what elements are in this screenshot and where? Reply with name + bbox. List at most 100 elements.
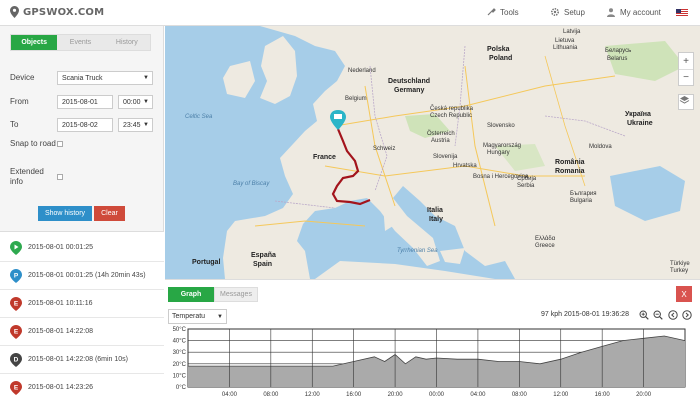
map-label: Bulgaria bbox=[570, 198, 593, 204]
snap-row: Snap to road bbox=[10, 139, 63, 149]
africa-land bbox=[315, 261, 495, 279]
caret-down-icon: ▼ bbox=[143, 75, 149, 81]
show-history-button[interactable]: Show history bbox=[38, 206, 92, 221]
event-marker-icon: E bbox=[10, 324, 22, 339]
from-time-select[interactable]: 00:00 ▼ bbox=[118, 95, 153, 109]
layers-icon bbox=[679, 96, 690, 104]
list-item-text: 2015-08-01 14:22:08 bbox=[28, 328, 93, 335]
marker-letter: P bbox=[14, 272, 19, 279]
tab-graph[interactable]: Graph bbox=[168, 287, 214, 302]
map-label: Italia bbox=[427, 207, 443, 214]
y-tick-label: 10°C bbox=[173, 373, 187, 379]
map-label: Hungary bbox=[487, 150, 510, 156]
tools-menu[interactable]: Tools bbox=[486, 7, 519, 17]
map-pin-icon bbox=[10, 6, 19, 18]
extended-label: Extended info bbox=[10, 167, 44, 186]
marker-letter: D bbox=[14, 356, 19, 363]
list-item-text: 2015-08-01 00:01:25 bbox=[28, 244, 93, 251]
map-label: Србија bbox=[517, 176, 537, 182]
y-tick-label: 50°C bbox=[173, 327, 187, 333]
from-date-input[interactable]: 2015-08-01 bbox=[57, 95, 113, 109]
history-list: 2015-08-01 00:01:25 P 2015-08-01 00:01:2… bbox=[0, 231, 164, 400]
map-label: Celtic Sea bbox=[185, 114, 213, 120]
graph-readout: 97 kph 2015-08-01 19:36:28 bbox=[541, 311, 629, 318]
layers-button[interactable] bbox=[678, 94, 694, 110]
britain-land bbox=[260, 36, 297, 104]
setup-menu[interactable]: Setup bbox=[550, 7, 585, 17]
map-label: Belgium bbox=[345, 96, 367, 102]
from-date-value: 2015-08-01 bbox=[62, 98, 98, 106]
map-label: Austria bbox=[431, 138, 450, 144]
zoom-out-icon[interactable] bbox=[653, 310, 663, 320]
device-label: Device bbox=[10, 73, 35, 82]
extended-checkbox[interactable] bbox=[57, 174, 63, 180]
list-item[interactable]: P 2015-08-01 00:01:25 (14h 20min 43s) bbox=[0, 262, 164, 290]
tab-events[interactable]: Events bbox=[57, 35, 103, 50]
tools-label: Tools bbox=[500, 7, 519, 17]
map[interactable]: Polska Poland Deutschland Germany France… bbox=[165, 26, 700, 279]
list-item[interactable]: E 2015-08-01 14:23:26 bbox=[0, 374, 164, 400]
map-label: Romania bbox=[555, 168, 585, 175]
to-date-input[interactable]: 2015-08-02 bbox=[57, 118, 113, 132]
tab-history[interactable]: History bbox=[104, 35, 150, 50]
map-label: Україна bbox=[625, 111, 651, 118]
device-select[interactable]: Scania Truck ▼ bbox=[57, 71, 153, 85]
tab-objects[interactable]: Objects bbox=[11, 35, 58, 50]
to-row: To 2015-08-02 23:45 ▼ bbox=[10, 118, 153, 132]
list-item[interactable]: D 2015-08-01 14:22:08 (6min 10s) bbox=[0, 346, 164, 374]
temperature-chart[interactable]: 50°C 40°C 30°C 20°C 10°C 0°C 04:00 08:00 12:00 16… bbox=[168, 326, 695, 401]
tab-messages[interactable]: Messages bbox=[214, 287, 258, 302]
to-label: To bbox=[10, 120, 19, 129]
top-bar: GPSWOX.COM Tools Setup My account bbox=[0, 0, 700, 26]
us-flag-icon[interactable] bbox=[676, 9, 688, 17]
map-label: Magyarország bbox=[483, 143, 522, 149]
account-menu[interactable]: My account bbox=[606, 7, 661, 17]
map-label: Greece bbox=[535, 243, 555, 249]
map-label: Germany bbox=[394, 87, 425, 94]
list-item[interactable]: 2015-08-01 00:01:25 bbox=[0, 234, 164, 262]
map-label: España bbox=[251, 252, 276, 259]
zoom-in-button[interactable]: + bbox=[679, 53, 693, 69]
map-label: Lietuva bbox=[555, 38, 575, 44]
map-label: Nederland bbox=[348, 68, 376, 74]
chevron-left-icon[interactable] bbox=[668, 310, 678, 320]
sidebar: Objects Events History Device Scania Tru… bbox=[0, 26, 164, 400]
map-label: Italy bbox=[429, 216, 444, 223]
list-item[interactable]: E 2015-08-01 10:11:16 bbox=[0, 290, 164, 318]
clear-button[interactable]: Clear bbox=[94, 206, 125, 221]
map-label: Ελλάδα bbox=[535, 236, 556, 242]
event-marker-icon: E bbox=[10, 296, 22, 311]
map-label: Moldova bbox=[589, 144, 612, 150]
user-icon bbox=[607, 8, 615, 17]
device-row: Device Scania Truck ▼ bbox=[10, 71, 153, 85]
to-time-select[interactable]: 23:45 ▼ bbox=[118, 118, 153, 132]
extended-row: Extended info bbox=[10, 167, 63, 187]
from-row: From 2015-08-01 00:00 ▼ bbox=[10, 95, 153, 109]
device-value: Scania Truck bbox=[62, 74, 103, 82]
map-label: Ukraine bbox=[627, 120, 653, 127]
map-label: România bbox=[555, 159, 585, 166]
start-marker-icon bbox=[10, 240, 22, 255]
sensor-select[interactable]: Temperatu ▼ bbox=[168, 309, 227, 324]
caret-down-icon: ▼ bbox=[143, 122, 149, 128]
brand[interactable]: GPSWOX.COM bbox=[10, 6, 104, 18]
map-label: Беларусь bbox=[605, 48, 632, 54]
map-label: Česká republika bbox=[430, 106, 474, 112]
sensor-value: Temperatu bbox=[172, 313, 206, 320]
x-tick-label: 08:00 bbox=[512, 392, 528, 398]
zoom-out-button[interactable]: − bbox=[679, 69, 693, 85]
to-date-value: 2015-08-02 bbox=[62, 121, 98, 129]
x-tick-label: 16:00 bbox=[595, 392, 611, 398]
setup-label: Setup bbox=[564, 7, 585, 17]
list-item-text: 2015-08-01 10:11:16 bbox=[28, 300, 93, 307]
snap-label: Snap to road bbox=[10, 139, 56, 148]
map-label: Slovensko bbox=[487, 123, 515, 129]
caret-down-icon: ▼ bbox=[143, 99, 149, 105]
snap-checkbox[interactable] bbox=[57, 141, 63, 147]
zoom-in-icon[interactable] bbox=[639, 310, 649, 320]
marker-letter: E bbox=[14, 300, 19, 307]
close-button[interactable]: X bbox=[676, 286, 692, 302]
chevron-right-icon[interactable] bbox=[682, 310, 692, 320]
list-item[interactable]: E 2015-08-01 14:22:08 bbox=[0, 318, 164, 346]
map-label: Belarus bbox=[607, 56, 628, 62]
